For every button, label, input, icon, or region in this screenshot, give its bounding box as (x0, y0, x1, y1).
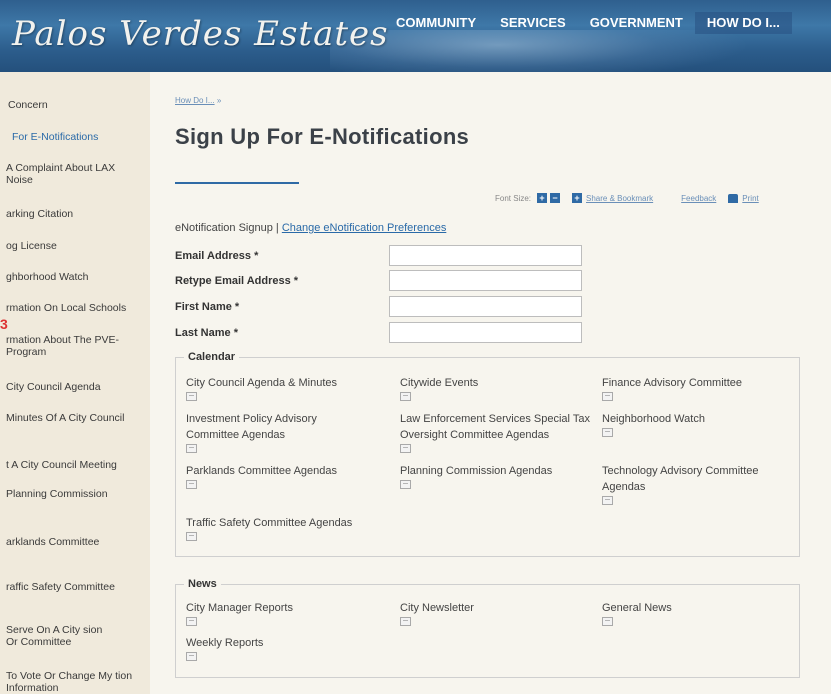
subscribe-checkbox[interactable] (186, 392, 197, 401)
breadcrumb: How Do I... » (175, 96, 221, 105)
retype-email-field[interactable] (389, 270, 582, 291)
sidebar-nav: 3 Concern For E-Notifications A Complain… (0, 72, 150, 694)
calendar-item-label: Law Enforcement Services Special Tax Ove… (400, 413, 590, 441)
signup-separator: | (275, 222, 279, 234)
signup-links: eNotification Signup | Change eNotificat… (175, 222, 446, 234)
change-preferences-link[interactable]: Change eNotification Preferences (282, 222, 446, 234)
retype-email-label: Retype Email Address * (175, 275, 299, 287)
subscribe-checkbox[interactable] (400, 617, 411, 626)
sidebar-item-council-meeting[interactable]: t A City Council Meeting (6, 459, 150, 471)
sidebar-item-e-notifications[interactable]: For E-Notifications (12, 131, 150, 143)
first-name-label: First Name * (175, 301, 240, 313)
news-item-label: Weekly Reports (186, 637, 264, 649)
sidebar-item-neighborhood-watch[interactable]: ghborhood Watch (6, 271, 150, 283)
first-name-field[interactable] (389, 296, 582, 317)
calendar-item: Parklands Committee Agendas (186, 463, 386, 489)
calendar-item: Finance Advisory Committee (602, 375, 802, 401)
sidebar-item-voter-info[interactable]: To Vote Or Change My tion Information (6, 670, 136, 694)
subscribe-checkbox[interactable] (186, 480, 197, 489)
breadcrumb-separator: » (216, 96, 222, 105)
share-icon[interactable]: + (572, 193, 583, 203)
last-name-label: Last Name * (175, 327, 238, 339)
subscribe-checkbox[interactable] (186, 532, 197, 541)
calendar-item-label: Neighborhood Watch (602, 413, 705, 425)
title-underline (175, 182, 299, 184)
font-decrease-button[interactable]: − (550, 193, 561, 203)
calendar-item-label: Parklands Committee Agendas (186, 465, 338, 477)
news-item: City Manager Reports (186, 600, 386, 626)
news-item-label: City Newsletter (400, 602, 474, 614)
share-bookmark-link[interactable]: Share & Bookmark (586, 194, 653, 203)
email-label: Email Address * (175, 250, 259, 262)
nav-services[interactable]: SERVICES (488, 12, 578, 34)
sidebar-item-traffic-safety[interactable]: raffic Safety Committee (6, 581, 150, 593)
subscribe-checkbox[interactable] (602, 496, 613, 505)
calendar-item: City Council Agenda & Minutes (186, 375, 386, 401)
subscribe-checkbox[interactable] (400, 392, 411, 401)
sidebar-item-pve-program[interactable]: rmation About The PVE- Program (6, 334, 136, 358)
breadcrumb-how-do-i[interactable]: How Do I... (175, 96, 215, 105)
font-increase-button[interactable]: + (537, 193, 548, 203)
calendar-item: Law Enforcement Services Special Tax Ove… (400, 411, 595, 453)
print-link[interactable]: Print (742, 194, 758, 203)
sidebar-item-council-minutes[interactable]: Minutes Of A City Council (6, 412, 150, 424)
news-legend: News (188, 578, 217, 590)
calendar-item-label: Citywide Events (400, 377, 479, 389)
calendar-item: Technology Advisory Committee Agendas (602, 463, 792, 505)
calendar-item-label: Technology Advisory Committee Agendas (602, 465, 759, 493)
nav-community[interactable]: COMMUNITY (384, 12, 488, 34)
nav-government[interactable]: GOVERNMENT (578, 12, 695, 34)
subscribe-checkbox[interactable] (400, 444, 411, 453)
calendar-item-label: City Council Agenda & Minutes (186, 377, 338, 389)
subscribe-checkbox[interactable] (186, 444, 197, 453)
subscribe-checkbox[interactable] (602, 428, 613, 437)
page-title: Sign Up For E-Notifications (175, 124, 470, 149)
calendar-item: Neighborhood Watch (602, 411, 772, 437)
nav-how-do-i[interactable]: HOW DO I... (694, 12, 792, 34)
subscribe-checkbox[interactable] (602, 392, 613, 401)
sidebar-item-dog-license[interactable]: og License (6, 240, 150, 252)
news-item: City Newsletter (400, 600, 595, 626)
main-content: How Do I... » Sign Up For E-Notification… (150, 72, 831, 694)
subscribe-checkbox[interactable] (400, 480, 411, 489)
calendar-legend: Calendar (188, 351, 236, 363)
page-toolbar: Font Size: + − + Share & Bookmark Feedba… (495, 191, 759, 205)
news-group: News (175, 578, 800, 678)
site-header: Palos Verdes Estates COMMUNITY SERVICES … (0, 0, 831, 72)
font-size-label: Font Size: (495, 193, 532, 203)
news-item-label: General News (602, 602, 672, 614)
sidebar-item-local-schools[interactable]: rmation On Local Schools (6, 302, 150, 314)
sidebar-item-parklands-committee[interactable]: arklands Committee (6, 536, 150, 548)
news-item: General News (602, 600, 792, 626)
calendar-item: Citywide Events (400, 375, 595, 401)
subscribe-checkbox[interactable] (186, 617, 197, 626)
sidebar-item-parking-citation[interactable]: arking Citation (6, 208, 150, 220)
subscribe-checkbox[interactable] (186, 652, 197, 661)
feedback-link[interactable]: Feedback (681, 194, 716, 203)
calendar-item: Planning Commission Agendas (400, 463, 595, 489)
calendar-item-label: Planning Commission Agendas (400, 465, 553, 477)
calendar-item-label: Investment Policy Advisory Committee Age… (186, 413, 317, 441)
last-name-field[interactable] (389, 322, 582, 343)
subscribe-checkbox[interactable] (602, 617, 613, 626)
sidebar-item-serve-committee[interactable]: Serve On A City sion Or Committee (6, 624, 116, 648)
sidebar-item-planning-commission[interactable]: Planning Commission (6, 488, 150, 500)
calendar-item-label: Finance Advisory Committee (602, 377, 742, 389)
calendar-item-label: Traffic Safety Committee Agendas (186, 517, 353, 529)
header-background-image (330, 30, 750, 72)
site-logo[interactable]: Palos Verdes Estates (12, 14, 389, 54)
email-field[interactable] (389, 245, 582, 266)
calendar-item: Investment Policy Advisory Committee Age… (186, 411, 366, 453)
sidebar-item-lax-noise[interactable]: A Complaint About LAX Noise (6, 162, 140, 186)
sidebar-item-council-agenda[interactable]: City Council Agenda (6, 381, 150, 393)
signup-label: eNotification Signup (175, 222, 273, 234)
sidebar-marker: 3 (0, 316, 8, 332)
main-nav: COMMUNITY SERVICES GOVERNMENT HOW DO I..… (384, 12, 792, 34)
news-item-label: City Manager Reports (186, 602, 293, 614)
print-icon[interactable] (728, 193, 739, 203)
sidebar-item-concern[interactable]: Concern (8, 99, 150, 111)
news-item: Weekly Reports (186, 635, 386, 661)
calendar-item: Traffic Safety Committee Agendas (186, 515, 406, 541)
